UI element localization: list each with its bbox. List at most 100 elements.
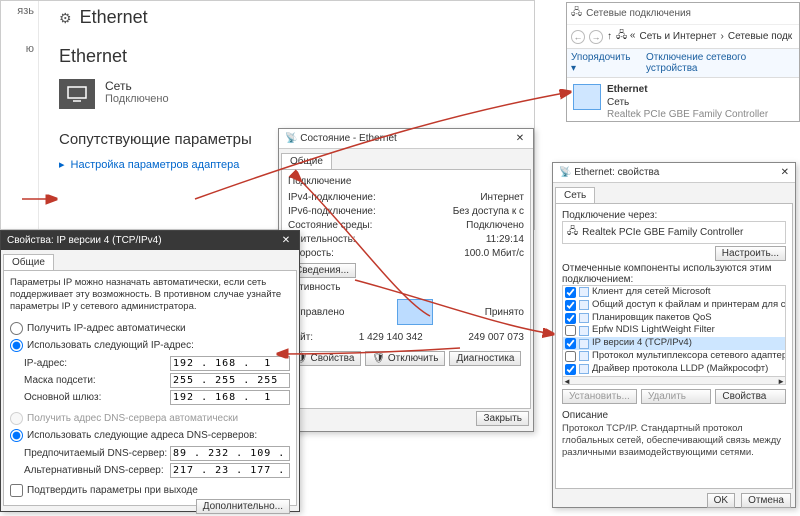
dns2-input[interactable] [170, 463, 290, 478]
description-header: Описание [562, 410, 786, 421]
group-label: Активность [288, 282, 524, 293]
component-checkbox[interactable] [565, 313, 576, 324]
page-title: Ethernet [59, 7, 522, 28]
component-checkbox[interactable] [565, 338, 576, 349]
mask-input[interactable] [170, 373, 290, 388]
install-button[interactable]: Установить... [562, 389, 637, 404]
label: IPv6-подключение: [288, 205, 376, 219]
folder-icon: 🖧 « [616, 28, 636, 45]
dns2-label: Альтернативный DNS-сервер: [24, 465, 164, 476]
tab-network[interactable]: Сеть [555, 187, 595, 203]
component-label: IP версии 4 (TCP/IPv4) [592, 337, 692, 350]
intro-text: Параметры IP можно назначать автоматичес… [10, 277, 290, 313]
breadcrumb: ← → ↑ 🖧 « Сеть и Интернет › Сетевые подк [567, 25, 799, 49]
gateway-input[interactable] [170, 390, 290, 405]
component-checkbox[interactable] [565, 300, 576, 311]
diagnose-button[interactable]: Диагностика [449, 351, 521, 366]
nic-icon: 🖧 [567, 224, 578, 241]
radio-auto-ip[interactable]: Получить IP-адрес автоматически [10, 322, 290, 335]
component-icon [579, 313, 589, 323]
gw-label: Основной шлюз: [24, 392, 101, 403]
component-checkbox[interactable] [565, 351, 576, 362]
component-item[interactable]: Epfw NDIS LightWeight Filter [563, 324, 785, 337]
network-tile[interactable]: Сеть Подключено [59, 79, 522, 109]
section-title: Ethernet [59, 46, 522, 67]
connection-item[interactable]: Ethernet Сеть Realtek PCIe GBE Family Co… [567, 78, 799, 128]
disable-device[interactable]: Отключение сетевого устройства [646, 52, 795, 74]
component-item[interactable]: Протокол мультиплексора сетевого адаптер… [563, 350, 785, 363]
ip-label: IP-адрес: [24, 358, 67, 369]
label: IPv4-подключение: [288, 191, 376, 205]
ipv4-properties-dialog: Свойства: IP версии 4 (TCP/IPv4) ✕ Общие… [0, 230, 300, 512]
component-label: Планировщик пакетов QoS [592, 312, 712, 325]
description-text: Протокол TCP/IP. Стандартный протокол гл… [562, 423, 786, 459]
component-icon [579, 300, 589, 310]
close-button[interactable]: ✕ [513, 133, 527, 144]
fwd-button[interactable]: → [589, 30, 603, 44]
component-icon [579, 364, 589, 374]
radio-static-ip[interactable]: Использовать следующий IP-адрес: [10, 339, 290, 352]
component-item[interactable]: Клиент для сетей Microsoft [563, 286, 785, 299]
components-list[interactable]: Клиент для сетей MicrosoftОбщий доступ к… [562, 285, 786, 385]
scrollbar[interactable]: ◄► [563, 376, 785, 384]
advanced-button[interactable]: Дополнительно... [196, 499, 290, 514]
window-title: Сетевые подключения [586, 8, 691, 19]
component-label: Epfw NDIS LightWeight Filter [592, 324, 715, 337]
cancel-button[interactable]: Отмена [741, 493, 791, 508]
activity-icon [397, 299, 433, 325]
nav-item[interactable]: язь [3, 5, 36, 17]
conn-adapter: Realtek PCIe GBE Family Controller [607, 109, 768, 122]
status-dialog: 📡 Состояние - Ethernet ✕ Общие Подключен… [278, 128, 534, 432]
close-button[interactable]: ✕ [279, 235, 293, 246]
component-item[interactable]: IP версии 4 (TCP/IPv4) [563, 337, 785, 350]
component-icon [579, 339, 589, 349]
up-button[interactable]: ↑ [607, 31, 612, 42]
component-checkbox[interactable] [565, 325, 576, 336]
ip-input[interactable] [170, 356, 290, 371]
component-label: Драйвер протокола LLDP (Майкрософт) [592, 363, 768, 376]
close-button[interactable]: ✕ [781, 167, 789, 178]
validate-checkbox[interactable]: Подтвердить параметры при выходе [10, 484, 290, 497]
network-status: Подключено [105, 93, 169, 105]
radio-auto-dns[interactable]: Получить адрес DNS-сервера автоматически [10, 412, 290, 425]
monitor-icon [59, 79, 95, 109]
value: Интернет [480, 191, 524, 205]
component-checkbox[interactable] [565, 287, 576, 298]
back-button[interactable]: ← [571, 30, 585, 44]
component-icon [579, 351, 589, 361]
value: Подключено [466, 219, 524, 233]
configure-button[interactable]: Настроить... [715, 246, 786, 261]
component-checkbox[interactable] [565, 364, 576, 375]
component-icon [579, 287, 589, 297]
network-connections-window: 🖧 Сетевые подключения ← → ↑ 🖧 « Сеть и И… [566, 2, 800, 122]
window-title: 📡 Состояние - Ethernet [285, 133, 397, 144]
radio-static-dns[interactable]: Использовать следующие адреса DNS-сервер… [10, 429, 290, 442]
adapter-box: 🖧Realtek PCIe GBE Family Controller [562, 221, 786, 244]
network-name: Сеть [105, 79, 169, 93]
component-item[interactable]: Планировщик пакетов QoS [563, 312, 785, 325]
component-item[interactable]: Драйвер протокола LLDP (Майкрософт) [563, 363, 785, 376]
dns1-input[interactable] [170, 446, 290, 461]
remove-button[interactable]: Удалить [641, 389, 712, 404]
group-label: Подключение [288, 176, 524, 187]
window-title: Свойства: IP версии 4 (TCP/IPv4) [7, 235, 162, 246]
crumb[interactable]: Сетевые подк [728, 31, 792, 42]
ok-button[interactable]: OK [707, 493, 735, 508]
nav-item[interactable]: ю [3, 43, 36, 55]
label: Подключение через: [562, 210, 786, 221]
component-item[interactable]: Общий доступ к файлам и принтерам для се… [563, 299, 785, 312]
component-label: Протокол мультиплексора сетевого адаптер… [592, 350, 785, 363]
close-button[interactable]: Закрыть [476, 411, 529, 426]
network-icon: 🖧 [571, 5, 582, 22]
tab-general[interactable]: Общие [281, 153, 332, 169]
sent-value: 1 429 140 342 [359, 331, 423, 345]
ethernet-properties-dialog: 📡 Ethernet: свойства ✕ Сеть Подключение … [552, 162, 796, 508]
item-properties-button[interactable]: Свойства [715, 389, 786, 404]
crumb[interactable]: Сеть и Интернет [640, 31, 717, 42]
component-label: Общий доступ к файлам и принтерам для се… [592, 299, 785, 312]
tab-general[interactable]: Общие [3, 254, 54, 270]
disable-button[interactable]: 🛡 Отключить [365, 351, 445, 366]
conn-name: Ethernet [607, 84, 768, 97]
conn-net: Сеть [607, 97, 768, 110]
organize-menu[interactable]: Упорядочить ▾ [571, 52, 636, 74]
